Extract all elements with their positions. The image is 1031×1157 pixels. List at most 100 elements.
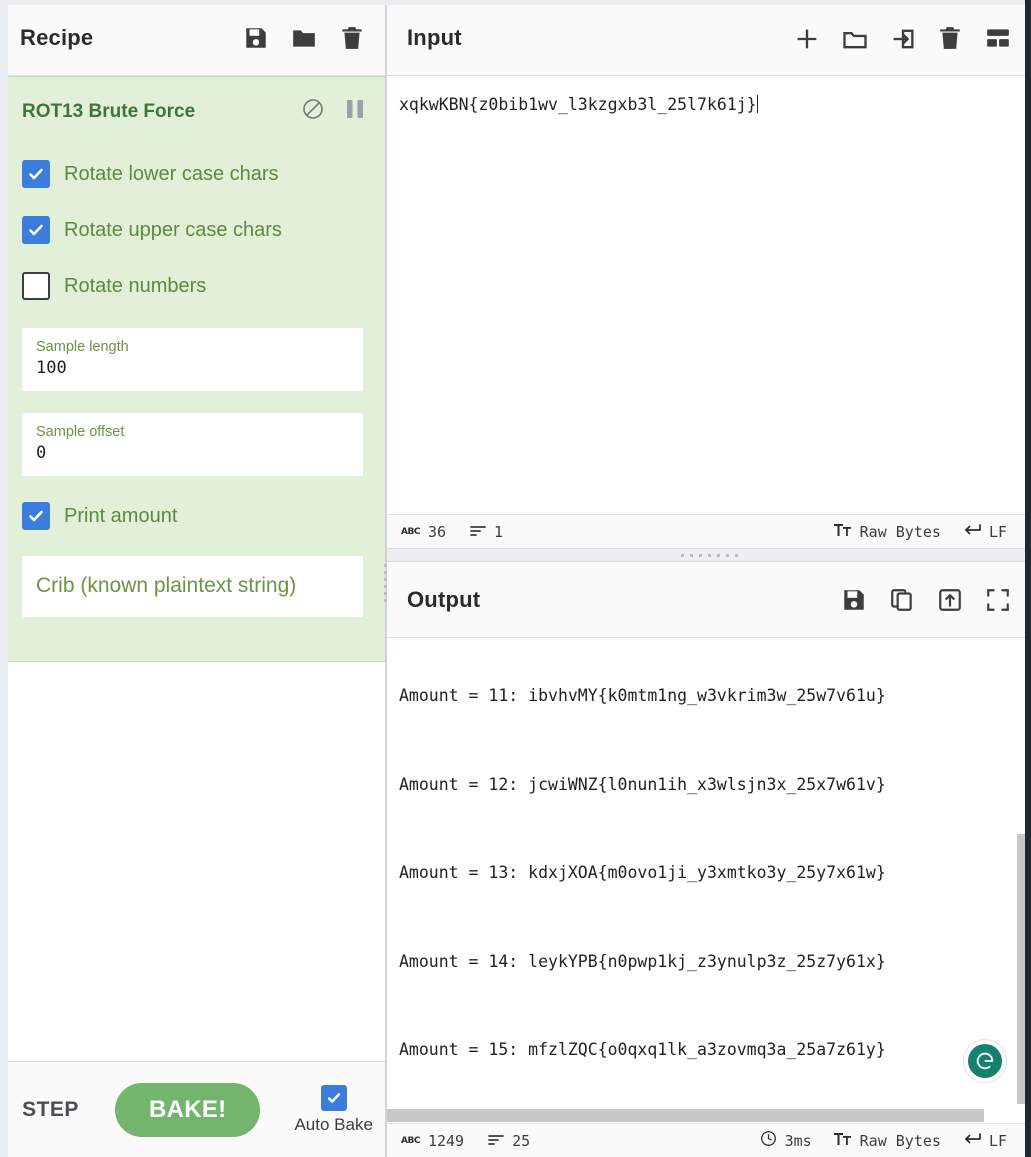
arg-label: Rotate numbers: [64, 274, 207, 297]
folder-icon[interactable]: [291, 25, 317, 51]
input-textarea[interactable]: xqkwKBN{z0bib1wv_l3kzgxb3l_25l7k61j}: [387, 76, 1031, 514]
output-char-enc-label: Raw Bytes: [859, 1131, 941, 1150]
output-length: 1249: [427, 1131, 465, 1150]
arg-crib[interactable]: Crib (known plaintext string): [22, 556, 363, 617]
output-line-ending-label: LF: [988, 1131, 1007, 1150]
checkbox-print-amount[interactable]: [22, 502, 50, 530]
copy-icon[interactable]: [889, 587, 915, 613]
output-line-text: kdxjXOA{m0ovo1ji_y3xmtko3y_25y7x61w}: [528, 863, 886, 882]
output-line-prefix: Amount = 12:: [399, 774, 529, 794]
output-length-status: ABC 1249: [401, 1132, 464, 1150]
open-file-icon[interactable]: [889, 25, 915, 51]
save-icon[interactable]: [841, 587, 867, 613]
step-button[interactable]: STEP: [12, 1090, 89, 1130]
checkbox-rotate-numbers[interactable]: [22, 272, 50, 300]
arg-label: Sample length: [36, 339, 129, 355]
abc-icon: ABC: [401, 526, 420, 537]
disable-icon[interactable]: [301, 97, 325, 126]
output-line: Amount = 11: ibvhvMY{k0mtm1ng_w3vkrim3w_…: [399, 681, 1031, 711]
checkbox-rotate-lower-case-chars[interactable]: [22, 160, 50, 188]
arg-label: Print amount: [64, 504, 178, 527]
recipe-title: Recipe: [20, 24, 94, 50]
recipe-pane-splitter[interactable]: [381, 560, 389, 602]
lines-icon: [488, 1132, 504, 1150]
bake-button[interactable]: BAKE!: [114, 1082, 261, 1137]
window-top-edge: [0, 0, 1031, 5]
output-status-bar: ABC 1249 25 3ms Raw Bytes LF: [387, 1123, 1031, 1157]
output-line-ending[interactable]: LF: [963, 1132, 1007, 1150]
lines-icon: [470, 523, 486, 541]
window-left-edge: [0, 0, 8, 1157]
output-baking-time: 3ms: [760, 1130, 812, 1151]
line-ending-icon: [963, 523, 981, 541]
output-line-prefix: Amount = 11:: [399, 686, 529, 705]
output-panel: Output Amount = 11: ibvhvMY{k0mtm1ng_w3v…: [387, 562, 1031, 1157]
checkbox-auto-bake[interactable]: [320, 1084, 347, 1111]
arg-rotate-numbers[interactable]: Rotate numbers: [0, 272, 385, 300]
arg-print-amount[interactable]: Print amount: [0, 502, 385, 530]
arg-sample-length[interactable]: Sample length 100: [22, 328, 363, 391]
scrollbar-thumb[interactable]: [387, 1109, 984, 1122]
save-icon[interactable]: [243, 25, 269, 51]
folder-icon[interactable]: [841, 25, 867, 51]
auto-bake-label: Auto Bake: [294, 1114, 373, 1134]
input-title: Input: [407, 24, 462, 50]
output-line: Amount = 13: kdxjXOA{m0ovo1ji_y3xmtko3y_…: [399, 858, 1031, 888]
output-lines: Amount = 11: ibvhvMY{k0mtm1ng_w3vkrim3w_…: [399, 638, 1031, 1107]
io-panel: Input xqkwKBN{z0bib1wv_l3kzgxb3l_25l7k61…: [386, 0, 1031, 1157]
trash-icon[interactable]: [339, 25, 365, 51]
sample-offset-input[interactable]: 0: [36, 442, 349, 465]
input-title-icons: [793, 25, 1011, 51]
operation-header: ROT13 Brute Force: [0, 91, 385, 142]
output-status-right: 3ms Raw Bytes LF: [760, 1130, 1021, 1151]
input-value[interactable]: xqkwKBN{z0bib1wv_l3kzgxb3l_25l7k61j}: [399, 95, 757, 114]
line-ending-icon: [963, 1132, 981, 1150]
arg-label: Rotate lower case chars: [64, 162, 279, 185]
output-title-bar: Output: [387, 562, 1031, 638]
input-line-ending[interactable]: LF: [963, 523, 1007, 541]
output-line: Amount = 15: mfzlZQC{o0qxq1lk_a3zovmq3a_…: [399, 1035, 1031, 1065]
auto-bake-toggle[interactable]: Auto Bake: [294, 1084, 373, 1135]
io-pane-splitter[interactable]: [387, 548, 1031, 562]
replace-input-icon[interactable]: [937, 587, 963, 613]
grammarly-badge[interactable]: [963, 1039, 1007, 1083]
operation-name: ROT13 Brute Force: [22, 100, 196, 122]
output-character-encoding[interactable]: Raw Bytes: [833, 1131, 941, 1150]
output-lines: 25: [512, 1131, 531, 1150]
arg-rotate-lower-case-chars[interactable]: Rotate lower case chars: [0, 160, 385, 188]
sample-length-input[interactable]: 100: [36, 357, 349, 380]
output-horizontal-scrollbar[interactable]: [387, 1107, 1031, 1123]
output-lines-status: 25: [488, 1132, 530, 1150]
input-line-ending-label: LF: [988, 522, 1007, 541]
input-char-enc-label: Raw Bytes: [859, 522, 941, 541]
output-line-text: jcwiWNZ{l0nun1ih_x3wlsjn3x_25x7w61v}: [528, 774, 886, 794]
arg-sample-offset[interactable]: Sample offset 0: [22, 413, 363, 476]
operation-rot13-brute-force[interactable]: ROT13 Brute Force Rotate lower case char…: [0, 76, 385, 662]
input-title-bar: Input: [387, 0, 1031, 76]
recipe-operations-list[interactable]: ROT13 Brute Force Rotate lower case char…: [0, 76, 385, 1061]
crib-input[interactable]: Crib (known plaintext string): [36, 574, 296, 597]
input-status-right: Raw Bytes LF: [833, 522, 1021, 541]
recipe-title-icons: [243, 25, 365, 51]
pause-icon[interactable]: [345, 98, 365, 125]
arg-label: Sample offset: [36, 424, 125, 440]
add-icon[interactable]: [793, 25, 819, 51]
input-character-encoding[interactable]: Raw Bytes: [833, 522, 941, 541]
recipe-title-bar: Recipe: [0, 0, 385, 76]
output-line-prefix: Amount = 15:: [399, 1040, 529, 1059]
input-panel: Input xqkwKBN{z0bib1wv_l3kzgxb3l_25l7k61…: [387, 0, 1031, 548]
character-encoding-icon: [833, 1132, 852, 1150]
maximise-icon[interactable]: [985, 587, 1011, 613]
output-title-icons: [841, 587, 1011, 613]
tabs-layout-icon[interactable]: [985, 25, 1011, 51]
output-textarea[interactable]: Amount = 11: ibvhvMY{k0mtm1ng_w3vkrim3w_…: [387, 638, 1031, 1107]
input-length-status: ABC 36: [401, 523, 446, 541]
trash-icon[interactable]: [937, 25, 963, 51]
abc-icon: ABC: [401, 1135, 420, 1146]
arg-label: Rotate upper case chars: [64, 218, 282, 241]
arg-rotate-upper-case-chars[interactable]: Rotate upper case chars: [0, 216, 385, 244]
checkbox-rotate-upper-case-chars[interactable]: [22, 216, 50, 244]
grammarly-icon: [968, 1044, 1002, 1078]
output-line: Amount = 14: leykYPB{n0pwp1kj_z3ynulp3z_…: [399, 947, 1031, 977]
output-line-text: mfzlZQC{o0qxq1lk_a3zovmq3a_25a7z61y}: [528, 1040, 886, 1059]
